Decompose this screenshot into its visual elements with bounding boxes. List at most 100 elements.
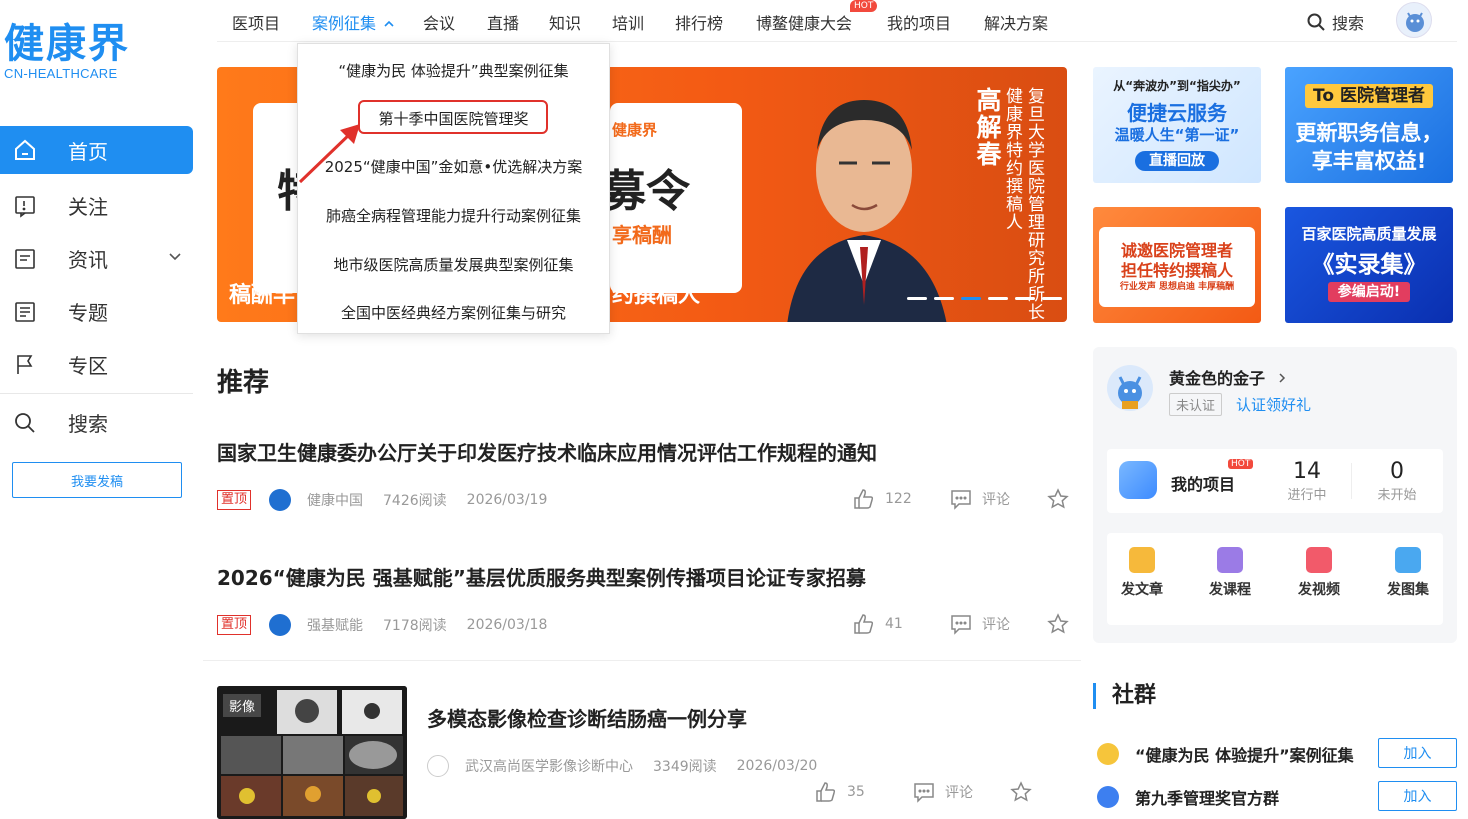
submit-article-button[interactable]: 我要发稿 <box>12 462 182 498</box>
flag-icon <box>12 352 38 378</box>
community-group[interactable]: “健康为民 体验提升”案例征集 <box>1097 742 1354 766</box>
publish-gallery-button[interactable]: 发图集 <box>1373 547 1443 599</box>
sidebar-item-topic[interactable]: 专题 <box>0 285 193 338</box>
nav-knowledge[interactable]: 知识 <box>549 10 581 34</box>
nav-medical-projects[interactable]: 医项目 <box>232 10 280 34</box>
group-name: 第九季管理奖官方群 <box>1135 789 1280 808</box>
profile-avatar[interactable] <box>1107 365 1153 411</box>
carousel-dot[interactable] <box>907 297 927 300</box>
comment-button[interactable]: 评论 <box>950 488 1010 510</box>
comment-label: 评论 <box>982 492 1010 508</box>
nav-solutions[interactable]: 解决方案 <box>984 10 1048 34</box>
article-source[interactable]: 武汉高尚医学影像诊断中心 <box>465 756 633 776</box>
like-button[interactable]: 35 <box>815 781 865 803</box>
source-logo[interactable] <box>427 755 449 777</box>
hot-badge: HOT <box>850 0 878 12</box>
article-item[interactable]: 国家卫生健康委办公厅关于印发医疗技术临床应用情况评估工作规程的通知 置顶 健康中… <box>217 437 1077 511</box>
dropdown-item[interactable]: 肺癌全病程管理能力提升行动案例征集 <box>298 205 609 226</box>
article-item[interactable]: 2026“健康为民 强基赋能”基层优质服务典型案例传播项目论证专家招募 置顶 强… <box>217 562 1077 636</box>
sidebar-item-follow[interactable]: 关注 <box>0 179 193 232</box>
chevron-right-icon <box>1279 373 1285 383</box>
article-title[interactable]: 2026“健康为民 强基赋能”基层优质服务典型案例传播项目论证专家招募 <box>217 562 1077 591</box>
chevron-down-icon[interactable] <box>167 248 183 264</box>
banner-portrait <box>787 100 947 322</box>
banner-person-title: 复旦大学医院管理研究所所长 健康界特约撰稿人 <box>1002 87 1044 321</box>
nav-case-collection[interactable]: 案例征集 <box>312 10 395 34</box>
sidebar-item-label: 搜索 <box>68 412 108 436</box>
comment-button[interactable]: 评论 <box>913 781 973 803</box>
comment-label: 评论 <box>982 617 1010 633</box>
sidebar-item-search[interactable]: 搜索 <box>0 396 193 449</box>
source-logo[interactable] <box>269 614 292 636</box>
course-icon <box>1217 547 1243 573</box>
article-thumbnail[interactable]: 影像 <box>217 686 407 819</box>
sidebar-item-zone[interactable]: 专区 <box>0 338 193 391</box>
dropdown-item[interactable]: 全国中医经典经方案例征集与研究 <box>298 302 609 323</box>
ad-text: 直播回放 <box>1135 151 1219 171</box>
comment-icon <box>951 490 971 510</box>
comment-button[interactable]: 评论 <box>950 613 1010 635</box>
article-source[interactable]: 强基赋能 <box>307 615 363 635</box>
sidebar-item-label: 专题 <box>68 301 108 325</box>
star-icon[interactable] <box>1010 781 1032 803</box>
comment-label: 评论 <box>945 785 973 801</box>
user-avatar[interactable] <box>1396 2 1432 38</box>
ad-text: 享丰富权益! <box>1311 149 1427 173</box>
publish-video-button[interactable]: 发视频 <box>1284 547 1354 599</box>
nav-rankings[interactable]: 排行榜 <box>675 10 723 34</box>
article-title[interactable]: 国家卫生健康委办公厅关于印发医疗技术临床应用情况评估工作规程的通知 <box>217 437 1077 466</box>
carousel-dot[interactable] <box>1015 297 1035 300</box>
ad-update-info[interactable]: To 医院管理者 更新职务信息， 享丰富权益! <box>1285 67 1453 183</box>
article-item[interactable]: 多模态影像检查诊断结肠癌一例分享 武汉高尚医学影像诊断中心 3349阅读 202… <box>427 703 1047 803</box>
divider <box>1351 463 1352 499</box>
sidebar-item-news[interactable]: 资讯 <box>0 232 193 285</box>
nav-my-projects[interactable]: 我的项目 <box>887 10 951 34</box>
like-button[interactable]: 41 <box>853 613 903 635</box>
carousel-dot[interactable] <box>1042 297 1062 300</box>
my-projects-card[interactable]: 我的项目 HOT 14 进行中 0 未开始 <box>1107 449 1443 513</box>
nav-meetings[interactable]: 会议 <box>423 10 455 34</box>
join-button[interactable]: 加入 <box>1378 781 1457 811</box>
publish-course-button[interactable]: 发课程 <box>1195 547 1265 599</box>
carousel-dot[interactable] <box>988 297 1008 300</box>
site-logo[interactable]: 健康界 CN-HEALTHCARE <box>4 22 130 81</box>
certify-link[interactable]: 认证领好礼 <box>1236 394 1311 415</box>
thumbs-up-icon <box>816 782 836 802</box>
banner-subtext: 享稿酬 <box>612 223 672 247</box>
stat-in-progress[interactable]: 14 进行中 <box>1277 459 1337 503</box>
like-button[interactable]: 122 <box>853 488 912 510</box>
ad-text: 更新职务信息， <box>1295 121 1443 145</box>
top-search-button[interactable]: 搜索 <box>1306 10 1364 34</box>
join-button[interactable]: 加入 <box>1378 738 1457 768</box>
article-title[interactable]: 多模态影像检查诊断结肠癌一例分享 <box>427 703 1047 732</box>
ad-cloud-service[interactable]: 从“奔波办”到“指尖办” 便捷云服务 温暖人生“第一证” 直播回放 <box>1093 67 1261 183</box>
profile-name-link[interactable]: 黄金色的金子 <box>1169 365 1287 389</box>
chevron-up-icon <box>384 20 394 27</box>
carousel-dot[interactable] <box>934 297 954 300</box>
sidebar-item-label: 关注 <box>68 195 108 219</box>
article-source[interactable]: 健康中国 <box>307 490 363 510</box>
group-name: “健康为民 体验提升”案例征集 <box>1135 746 1354 765</box>
hot-badge: HOT <box>1228 459 1254 469</box>
community-group[interactable]: 第九季管理奖官方群 <box>1097 785 1279 809</box>
ad-invite-writers[interactable]: 诚邀医院管理者 担任特约撰稿人 行业发声 思想启迪 丰厚稿酬 <box>1093 207 1261 323</box>
nav-training[interactable]: 培训 <box>612 10 644 34</box>
star-icon[interactable] <box>1047 488 1069 510</box>
search-icon <box>1307 13 1325 31</box>
follow-icon <box>12 193 38 219</box>
article-icon <box>1129 547 1155 573</box>
stat-not-started[interactable]: 0 未开始 <box>1367 459 1427 503</box>
sidebar-item-home[interactable]: 首页 <box>0 126 193 174</box>
search-icon <box>12 410 38 436</box>
dropdown-item[interactable]: 地市级医院高质量发展典型案例征集 <box>298 254 609 275</box>
star-icon[interactable] <box>1047 613 1069 635</box>
publish-article-button[interactable]: 发文章 <box>1107 547 1177 599</box>
nav-live[interactable]: 直播 <box>487 10 519 34</box>
carousel-dot-active[interactable] <box>961 297 981 300</box>
dropdown-item[interactable]: “健康为民 体验提升”典型案例征集 <box>298 60 609 81</box>
annotation-arrow-icon <box>298 124 360 184</box>
ad-record-collection[interactable]: 百家医院高质量发展 《实录集》 参编启动! <box>1285 207 1453 323</box>
ad-text: 《实录集》 <box>1311 252 1427 278</box>
nav-boao-conference[interactable]: 博鳌健康大会 <box>756 10 852 34</box>
source-logo[interactable] <box>269 489 292 511</box>
